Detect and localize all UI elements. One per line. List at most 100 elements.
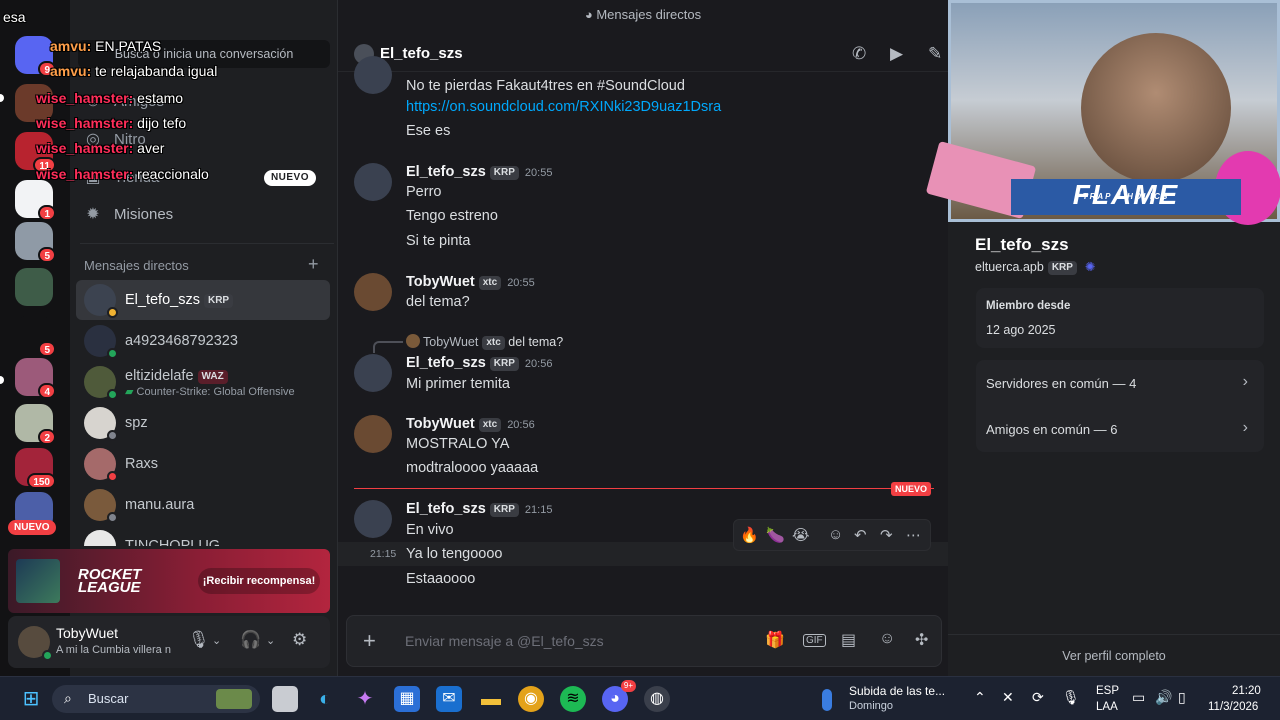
apps-icon[interactable]: ✣ <box>915 630 928 650</box>
avatar[interactable] <box>354 163 392 201</box>
avatar[interactable] <box>354 354 392 392</box>
settings-gear-icon[interactable]: ⚙ <box>292 630 307 650</box>
clock-date[interactable]: 11/3/2026 <box>1208 701 1258 713</box>
dm-item[interactable]: spz <box>76 403 330 443</box>
add-reaction-icon[interactable]: ☺ <box>828 526 843 543</box>
new-messages-divider <box>354 488 934 489</box>
server-icon[interactable]: 11 <box>15 132 56 173</box>
volume-icon[interactable]: 🔊 <box>1155 689 1172 706</box>
voice-call-icon[interactable]: ✆ <box>852 44 866 64</box>
avatar[interactable] <box>354 273 392 311</box>
nav-label: Nitro <box>114 131 146 148</box>
unread-pill <box>0 94 4 102</box>
message-author[interactable]: TobyWuet xtc 20:55 <box>406 274 535 290</box>
guild-tag[interactable]: KRP <box>1047 261 1077 275</box>
reply-preview[interactable]: TobyWuet xtc del tema? <box>406 334 563 350</box>
dm-item[interactable]: eltizidelafe WAZ ▰ Counter-Strike: Global… <box>76 362 330 402</box>
tray-sync-icon[interactable]: ⟳ <box>1032 689 1044 706</box>
message-composer[interactable]: + Enviar mensaje a @El_tefo_szs 🎁 GIF ▤ … <box>346 615 942 667</box>
reply-icon[interactable]: ↶ <box>854 526 867 544</box>
dm-item[interactable]: a4923468792323 <box>76 321 330 361</box>
gift-icon[interactable]: 🎁 <box>765 630 785 650</box>
avatar[interactable] <box>354 415 392 453</box>
windows-start-icon[interactable]: ⊞ <box>18 686 44 712</box>
chevron-down-icon[interactable]: ⌄ <box>266 634 275 647</box>
file-explorer-icon[interactable]: ▬ <box>478 686 504 712</box>
status-idle <box>107 307 118 318</box>
claim-reward-button[interactable]: ¡Recibir recompensa! <box>198 568 320 594</box>
tray-app-icon[interactable]: ✕ <box>1002 689 1014 706</box>
headphones-icon[interactable]: 🎧 <box>240 630 261 650</box>
message-author[interactable]: El_tefo_szs KRP 21:15 <box>406 501 552 517</box>
create-dm-icon[interactable]: + <box>308 254 319 275</box>
dm-item[interactable]: Raxs <box>76 444 330 484</box>
clock-time[interactable]: 21:20 <box>1232 685 1261 697</box>
microphone-icon[interactable]: 🎙 <box>188 630 210 650</box>
more-options-icon[interactable]: ⋯ <box>906 526 921 544</box>
server-icon[interactable] <box>15 84 53 122</box>
sticker-icon[interactable]: ▤ <box>841 630 856 650</box>
gif-icon[interactable]: GIF <box>803 634 826 647</box>
friends-icon: ☺ <box>84 93 102 110</box>
nitro-badge-icon[interactable]: ✺ <box>1085 260 1095 274</box>
server-icon[interactable]: 9 <box>15 36 56 77</box>
view-full-profile-button[interactable]: Ver perfil completo <box>948 634 1280 676</box>
outlook-icon[interactable]: ✉ <box>436 686 462 712</box>
server-icon[interactable]: 5 <box>15 316 56 357</box>
obs-icon[interactable]: ◍ <box>644 686 670 712</box>
copilot-icon[interactable]: ✦ <box>352 686 378 712</box>
chat-header-name[interactable]: El_tefo_szs <box>380 45 463 62</box>
reaction-crying-icon[interactable]: 😭 <box>792 526 810 544</box>
dm-item[interactable]: TINCHOPLUG <box>76 526 330 546</box>
discord-icon[interactable]: ◕ 9+ <box>602 680 636 712</box>
network-icon[interactable]: ▭ <box>1132 689 1145 706</box>
mutual-friends-link[interactable]: Amigos en común — 6 <box>986 422 1118 437</box>
message-author[interactable]: TobyWuet xtc 20:56 <box>406 416 535 432</box>
emoji-icon[interactable]: ☺ <box>879 630 895 648</box>
nav-friends[interactable]: ☺ Amigos <box>80 84 330 120</box>
chevron-right-icon[interactable]: › <box>1243 373 1248 391</box>
message-link[interactable]: https://on.soundcloud.com/RXINki23D9uaz1… <box>406 99 721 115</box>
media-title[interactable]: Subida de las te... <box>849 684 945 698</box>
nav-quests[interactable]: ✹ Misiones <box>80 197 330 233</box>
dm-search-input[interactable]: Busca o inicia una conversación <box>78 40 330 68</box>
spotify-icon[interactable]: ≋ <box>560 686 586 712</box>
forward-icon[interactable]: ↷ <box>880 526 893 544</box>
tray-mic-icon[interactable]: 🎙 <box>1062 689 1080 706</box>
edge-icon[interactable]: ◐ <box>312 686 338 712</box>
pin-icon[interactable]: ✎ <box>928 44 942 64</box>
tray-overflow-icon[interactable]: ⌃ <box>974 689 986 706</box>
server-icon[interactable]: 5 <box>15 222 56 263</box>
server-icon[interactable] <box>15 268 53 306</box>
message-input[interactable]: Enviar mensaje a @El_tefo_szs <box>405 633 604 649</box>
store-icon[interactable]: ▦ <box>394 686 420 712</box>
server-icon[interactable]: 4 <box>15 358 56 399</box>
battery-icon[interactable]: ▯ <box>1178 689 1186 706</box>
rocket-league-promo[interactable]: ROCKET LEAGUE ¡Recibir recompensa! <box>8 549 330 613</box>
reaction-eggplant-icon[interactable]: 🍆 <box>766 526 785 544</box>
nav-nitro[interactable]: ◎ Nitro <box>80 122 330 158</box>
nav-shop[interactable]: ▣ Tienda NUEVO <box>80 160 330 196</box>
message-author[interactable]: El_tefo_szs KRP 20:56 <box>406 355 552 371</box>
chrome-icon[interactable]: ◉ <box>518 686 544 712</box>
dm-item[interactable]: El_tefo_szs KRP <box>76 280 330 320</box>
video-call-icon[interactable]: ▶ <box>890 44 903 64</box>
taskbar-search[interactable]: ⌕ Buscar <box>52 685 260 713</box>
keyboard-layout[interactable]: LAA <box>1096 701 1118 713</box>
attach-plus-icon[interactable]: + <box>363 628 376 654</box>
mutual-servers-link[interactable]: Servidores en común — 4 <box>986 376 1136 391</box>
profile-handle: eltuerca.apb KRP ✺ <box>975 259 1095 275</box>
server-icon[interactable]: 150 <box>15 448 56 489</box>
message-text: Si te pinta <box>406 233 471 249</box>
chevron-down-icon[interactable]: ⌄ <box>212 634 221 647</box>
message-author[interactable]: El_tefo_szs KRP 20:55 <box>406 164 552 180</box>
chevron-right-icon[interactable]: › <box>1243 419 1248 437</box>
server-icon[interactable]: 1 <box>15 180 56 221</box>
task-view-icon[interactable] <box>272 686 298 712</box>
server-icon[interactable]: 2 <box>15 404 56 445</box>
avatar[interactable] <box>354 500 392 538</box>
search-icon: ⌕ <box>64 690 72 706</box>
dm-item[interactable]: manu.aura <box>76 485 330 525</box>
language-indicator[interactable]: ESP <box>1096 685 1119 697</box>
reaction-fire-icon[interactable]: 🔥 <box>740 526 759 544</box>
